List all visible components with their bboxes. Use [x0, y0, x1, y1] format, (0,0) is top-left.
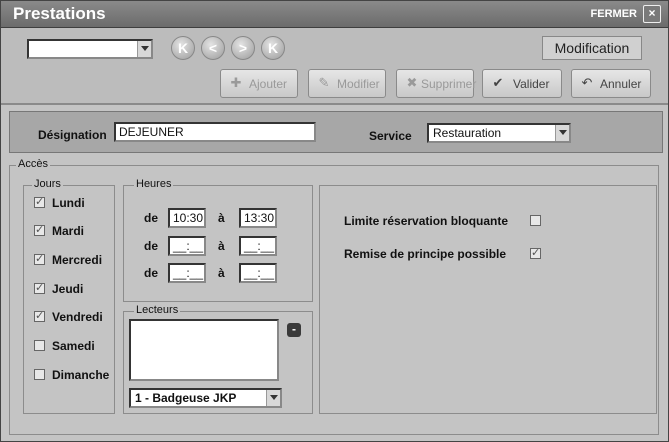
- first-icon: K: [177, 40, 189, 56]
- time-from-3-value: __:__: [173, 266, 204, 280]
- edit-button[interactable]: ✎ Modifier: [308, 69, 386, 98]
- first-record-button[interactable]: K: [171, 36, 195, 60]
- lundi-label: Lundi: [52, 196, 85, 210]
- undo-icon: ↶: [581, 75, 593, 90]
- mardi-label: Mardi: [52, 224, 85, 238]
- designation-value: DEJEUNER: [119, 125, 184, 139]
- previous-record-button[interactable]: <: [201, 36, 225, 60]
- heures-title: Heures: [134, 178, 174, 190]
- designation-panel: Désignation DEJEUNER Service Restauratio…: [9, 111, 663, 153]
- time-from-1[interactable]: 10:30: [168, 208, 206, 228]
- vendredi-label: Vendredi: [52, 310, 103, 324]
- mercredi-checkbox[interactable]: [34, 252, 45, 265]
- time-from-3[interactable]: __:__: [168, 263, 206, 283]
- time-to-1-value: 13:30: [244, 211, 275, 225]
- next-record-button[interactable]: >: [231, 36, 255, 60]
- a-label: à: [218, 211, 225, 225]
- time-to-1[interactable]: 13:30: [239, 208, 277, 228]
- window-title: Prestations: [13, 4, 106, 23]
- title-bar: Prestations FERMER ×: [1, 1, 668, 28]
- heures-group: Heures de 10:30 à 13:30 de __:__ à __:__…: [123, 178, 313, 302]
- cancel-button-label: Annuler: [600, 77, 642, 91]
- chevron-down-icon[interactable]: [137, 41, 151, 57]
- cancel-button[interactable]: ↶ Annuler: [571, 69, 651, 98]
- samedi-label: Samedi: [52, 339, 95, 353]
- options-group: Limite réservation bloquante Remise de p…: [319, 185, 657, 414]
- mode-indicator: Modification: [542, 36, 642, 60]
- limite-checkbox[interactable]: [530, 215, 541, 226]
- dimanche-label: Dimanche: [52, 368, 110, 382]
- next-icon: >: [238, 40, 248, 56]
- jeudi-label: Jeudi: [52, 282, 84, 296]
- acces-title: Accès: [16, 158, 50, 170]
- add-button[interactable]: ✚ Ajouter: [220, 69, 298, 98]
- close-label[interactable]: FERMER: [591, 8, 637, 20]
- service-label: Service: [369, 129, 412, 143]
- time-from-1-value: 10:30: [173, 211, 204, 225]
- time-from-2[interactable]: __:__: [168, 236, 206, 256]
- delete-button-label: Supprimer: [421, 77, 477, 91]
- chevron-down-icon[interactable]: [266, 390, 280, 406]
- de-label: de: [144, 211, 159, 225]
- service-value: Restauration: [433, 126, 502, 140]
- lecteur-select[interactable]: 1 - Badgeuse JKP: [129, 388, 282, 408]
- pencil-icon: ✎: [318, 75, 330, 90]
- jours-group: Jours Lundi Mardi Mercredi Jeudi Vendred…: [23, 178, 115, 414]
- close-icon[interactable]: ×: [643, 5, 661, 23]
- chevron-down-icon[interactable]: [555, 125, 569, 141]
- mardi-checkbox[interactable]: [34, 223, 45, 236]
- prestations-window: Prestations FERMER × K < > K Modificatio…: [0, 0, 669, 442]
- de-label: de: [144, 239, 159, 253]
- edit-button-label: Modifier: [337, 77, 380, 91]
- validate-button[interactable]: ✔ Valider: [482, 69, 562, 98]
- time-to-3[interactable]: __:__: [239, 263, 277, 283]
- time-to-2-value: __:__: [244, 239, 275, 253]
- previous-icon: <: [208, 40, 218, 56]
- toolbar: K < > K Modification ✚ Ajouter ✎ Modifie…: [1, 28, 668, 103]
- add-button-label: Ajouter: [249, 77, 288, 91]
- remise-checkbox[interactable]: [530, 246, 541, 259]
- time-to-2[interactable]: __:__: [239, 236, 277, 256]
- mercredi-label: Mercredi: [52, 253, 103, 267]
- divider: [1, 103, 668, 105]
- check-icon: ✔: [492, 75, 504, 90]
- jours-title: Jours: [32, 178, 63, 190]
- remove-reader-button[interactable]: -: [287, 323, 301, 337]
- service-select[interactable]: Restauration: [427, 123, 571, 143]
- designation-field[interactable]: DEJEUNER: [114, 122, 316, 142]
- validate-button-label: Valider: [513, 77, 550, 91]
- delete-icon: ✖: [406, 75, 418, 90]
- jeudi-checkbox[interactable]: [34, 281, 45, 294]
- remise-label: Remise de principe possible: [344, 247, 507, 261]
- last-record-button[interactable]: K: [261, 36, 285, 60]
- plus-icon: ✚: [230, 75, 242, 90]
- dimanche-checkbox[interactable]: [34, 369, 45, 380]
- a-label: à: [218, 266, 225, 280]
- delete-button[interactable]: ✖ Supprimer: [396, 69, 477, 98]
- last-icon: K: [267, 40, 279, 56]
- time-to-3-value: __:__: [244, 266, 275, 280]
- time-from-2-value: __:__: [173, 239, 204, 253]
- limite-label: Limite réservation bloquante: [344, 214, 509, 228]
- lecteurs-list[interactable]: [129, 319, 279, 381]
- designation-label: Désignation: [38, 128, 107, 142]
- de-label: de: [144, 266, 159, 280]
- samedi-checkbox[interactable]: [34, 340, 45, 351]
- lecteur-select-value: 1 - Badgeuse JKP: [135, 391, 237, 405]
- lecteurs-title: Lecteurs: [134, 304, 181, 316]
- record-selector[interactable]: [27, 39, 153, 59]
- lundi-checkbox[interactable]: [34, 195, 45, 208]
- a-label: à: [218, 239, 225, 253]
- vendredi-checkbox[interactable]: [34, 309, 45, 322]
